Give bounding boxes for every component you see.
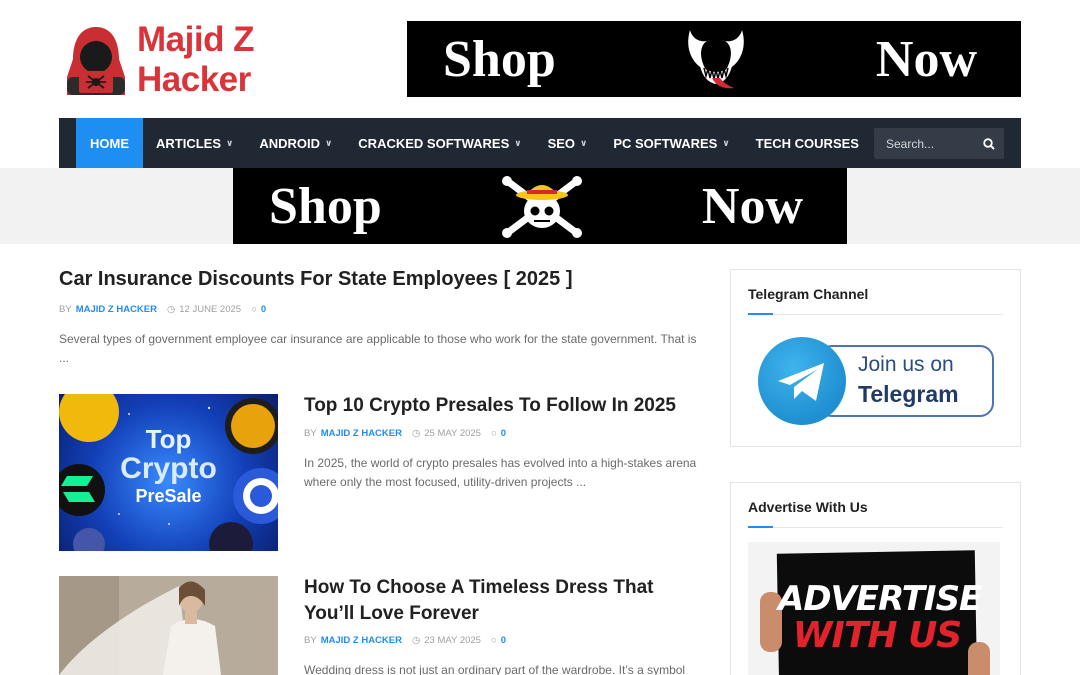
banner-shop-text: Shop (269, 177, 382, 235)
article-excerpt: Wedding dress is not just an ordinary pa… (304, 663, 686, 675)
article-meta: BY MAJID Z HACKER ◷ 25 MAY 2025 ○ 0 (304, 428, 506, 439)
article-excerpt: Several types of government employee car… (59, 332, 697, 365)
join-text: Join us on (858, 353, 954, 376)
nav-articles-label: Articles (156, 135, 221, 151)
thumbnail-caption: Top Crypto PreSale (59, 424, 278, 506)
nav-seo-label: SEO (547, 135, 576, 151)
post-date: 12 JUNE 2025 (179, 304, 242, 315)
meta-by: BY (59, 304, 72, 315)
advertise-line-2: WITH US (792, 615, 962, 656)
chevron-down-icon: ∨ (514, 137, 522, 148)
nav-home[interactable]: Home (76, 118, 143, 168)
author-link[interactable]: MAJID Z HACKER (321, 635, 402, 646)
chevron-down-icon: ∨ (722, 137, 730, 148)
middle-shop-now-banner[interactable]: Shop Now (233, 168, 847, 244)
article-title[interactable]: Car Insurance Discounts For State Employ… (59, 268, 699, 291)
search-icon[interactable] (974, 137, 1004, 150)
venom-face-icon (688, 30, 744, 89)
post-date: 25 MAY 2025 (424, 428, 481, 439)
banner-now-text: Now (875, 30, 977, 88)
search-input[interactable] (874, 136, 974, 151)
telegram-join-button[interactable]: Join us on Telegram (758, 337, 994, 425)
article-meta: BY MAJID Z HACKER ◷ 12 JUNE 2025 ○ 0 (59, 304, 266, 315)
nav-android[interactable]: Android ∨ (246, 118, 345, 168)
clock-icon: ◷ (166, 304, 176, 315)
clock-icon: ◷ (411, 428, 421, 439)
hacker-logo-icon (59, 23, 133, 97)
straw-hat-skull-icon (501, 176, 582, 238)
nav-articles[interactable]: Articles ∨ (143, 118, 246, 168)
nav-android-label: Android (259, 135, 320, 151)
article-title[interactable]: How To Choose A Timeless Dress That You’… (304, 575, 699, 627)
nav-home-label: Home (90, 135, 129, 151)
widget-title: Advertise With Us (748, 499, 1003, 528)
ad-strip: Shop Now (0, 168, 1080, 244)
nav-tech-courses[interactable]: Tech Courses (743, 118, 872, 168)
comment-icon: ○ (251, 304, 257, 315)
advertise-widget: Advertise With Us ADVERTISE WITH US (730, 482, 1021, 675)
comment-icon: ○ (490, 428, 497, 439)
article-excerpt: In 2025, the world of crypto presales ha… (304, 456, 697, 489)
nav-seo[interactable]: SEO ∨ (535, 118, 601, 168)
comment-count[interactable]: 0 (501, 635, 506, 646)
nav-pc-softwares-label: PC Softwares (613, 135, 718, 151)
widget-title: Telegram Channel (748, 286, 1003, 315)
article-thumbnail[interactable]: Top Crypto PreSale (59, 394, 278, 551)
telegram-icon (758, 337, 846, 425)
author-link[interactable]: MAJID Z HACKER (76, 304, 157, 315)
comment-count[interactable]: 0 (261, 304, 266, 315)
advertise-caption: ADVERTISE WITH US (778, 579, 982, 656)
wedding-dress-photo (59, 576, 278, 675)
meta-by: BY (304, 635, 317, 646)
thumb-line-3: PreSale (135, 485, 202, 506)
advertise-image[interactable]: ADVERTISE WITH US (748, 542, 1000, 675)
search-box (874, 128, 1004, 159)
thumb-line-1: Top (145, 424, 192, 454)
author-link[interactable]: MAJID Z HACKER (321, 428, 402, 439)
nav-cracked-softwares-label: Cracked Softwares (358, 135, 510, 151)
banner-now-text: Now (701, 177, 803, 235)
nav-tech-courses-label: Tech Courses (755, 135, 859, 151)
top-shop-now-banner[interactable]: Shop Now (407, 21, 1021, 97)
telegram-widget: Telegram Channel Join us on Telegram (730, 269, 1021, 447)
thumb-line-2: Crypto (120, 452, 217, 486)
article-title[interactable]: Top 10 Crypto Presales To Follow In 2025 (304, 393, 699, 419)
main-nav: Home Articles ∨ Android ∨ Cracked Software… (59, 118, 1021, 168)
nav-cracked-softwares[interactable]: Cracked Softwares ∨ (345, 118, 534, 168)
article-thumbnail[interactable] (59, 576, 278, 675)
chevron-down-icon: ∨ (226, 137, 234, 148)
telegram-text: Telegram (858, 381, 959, 407)
site-logo[interactable]: Majid Z Hacker (59, 20, 359, 99)
clock-icon: ◷ (411, 635, 421, 646)
comment-icon: ○ (490, 635, 497, 646)
advertise-line-1: ADVERTISE (778, 579, 982, 619)
nav-pc-softwares[interactable]: PC Softwares ∨ (600, 118, 742, 168)
chevron-down-icon: ∨ (324, 137, 333, 148)
post-date: 23 MAY 2025 (424, 635, 481, 646)
banner-shop-text: Shop (443, 30, 556, 88)
comment-count[interactable]: 0 (501, 428, 506, 439)
site-name: Majid Z Hacker (137, 20, 255, 99)
meta-by: BY (304, 428, 317, 439)
article-meta: BY MAJID Z HACKER ◷ 23 MAY 2025 ○ 0 (304, 635, 506, 646)
chevron-down-icon: ∨ (580, 137, 588, 148)
